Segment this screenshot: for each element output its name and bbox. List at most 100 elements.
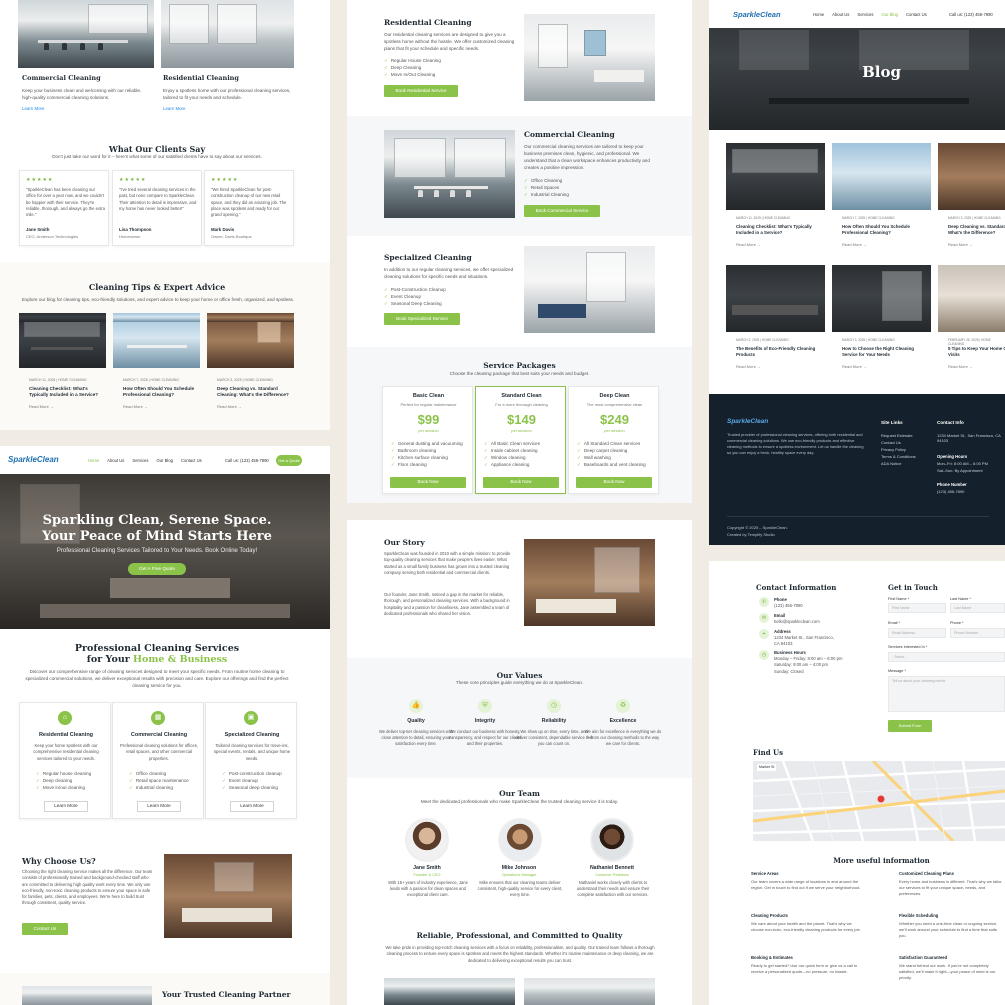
header-phone[interactable]: Call us: (123) 456-7890 (949, 12, 993, 18)
story-title: Our Story (384, 538, 425, 547)
last-name-label: Last Name * (950, 597, 971, 601)
blog-post-image[interactable] (113, 313, 200, 322)
nav-home[interactable]: Home (813, 12, 824, 17)
book-now-button[interactable]: Book Now (483, 477, 559, 488)
team-name: Nathaniel Bennett (589, 865, 635, 871)
blog-post-image[interactable] (832, 265, 931, 332)
book-specialized-button[interactable]: Book Specialized Service (384, 313, 460, 325)
submit-button[interactable]: Submit Form (888, 720, 932, 732)
learn-more-link[interactable]: Learn More (22, 106, 44, 112)
service-card-item: ✓ Move in/out cleaning (36, 785, 85, 790)
blog-post-image[interactable] (726, 265, 825, 332)
services-label: Services Interested In * (888, 645, 928, 649)
header-phone[interactable]: Call us: (123) 456-7890 (225, 458, 269, 464)
hero-quote-button[interactable]: Get A Free Quote (128, 563, 186, 575)
map[interactable]: Market St (753, 761, 1005, 841)
nav-services[interactable]: Services (857, 12, 873, 17)
read-more-link[interactable]: Read More → (217, 404, 242, 409)
contact-us-button[interactable]: Contact Us (22, 923, 68, 935)
building-icon: ▦ (151, 711, 165, 725)
contact-value[interactable]: (123) 456-7890 (774, 603, 803, 609)
blog-post-image[interactable] (938, 265, 1005, 332)
read-more-link[interactable]: Read More → (842, 242, 867, 247)
footer-logo[interactable]: SparkleClean (727, 418, 768, 427)
footer-link[interactable]: Privacy Policy (881, 447, 906, 452)
service-item: ✓ Move In/Out Cleaning (384, 72, 436, 77)
read-more-link[interactable]: Read More → (123, 404, 148, 409)
post-title[interactable]: How to Choose the Right Cleaning Service… (842, 346, 930, 358)
footer-divider (727, 516, 989, 517)
book-now-button[interactable]: Book Now (390, 477, 466, 488)
story-image (524, 539, 655, 626)
contact-value[interactable]: hello@sparkleclean.com (774, 619, 820, 625)
read-more-link[interactable]: Read More → (948, 364, 973, 369)
package-item: ✓ Wall washing (577, 455, 611, 460)
post-title[interactable]: Cleaning Checklist: What's Typically Inc… (736, 224, 824, 236)
service-card-text: Professional cleaning solutions for offi… (120, 743, 198, 761)
service-item: ✓ Industrial Cleaning (524, 192, 569, 197)
leaf-icon: ♻ (616, 699, 630, 713)
footer-phone[interactable]: (123) 456-7890 (937, 489, 964, 494)
contact-value: Monday – Friday: 8:00 am – 6:00 pm Satur… (774, 656, 843, 674)
learn-more-button[interactable]: Learn More (137, 801, 181, 812)
learn-more-button[interactable]: Learn More (230, 801, 274, 812)
info-text: We care about your health and the planet… (751, 921, 861, 932)
service-card-text: Keep your home spotless with our compreh… (33, 743, 99, 761)
phone-field[interactable]: Phone Number (950, 628, 1005, 638)
post-title[interactable]: How Often Should You Schedule Profession… (842, 224, 930, 236)
footer-hours-title: Opening Hours (937, 454, 968, 459)
service-card: ▣ Specialized Cleaning Tailored cleaning… (205, 702, 297, 819)
get-quote-button[interactable]: Get a Quote (276, 455, 302, 466)
book-commercial-button[interactable]: Book Commercial Service (524, 205, 600, 217)
blog-post-image[interactable] (207, 313, 294, 322)
email-field[interactable]: Email Address (888, 628, 946, 638)
contact-title: Contact Information (756, 583, 837, 592)
read-more-link[interactable]: Read More → (736, 364, 761, 369)
blog-post-image[interactable] (938, 143, 1005, 210)
post-title[interactable]: 5 Tips to Keep Your Home Clean Between V… (948, 346, 1005, 358)
nav-blog[interactable]: Our Blog (156, 458, 173, 463)
book-now-button[interactable]: Book Now (576, 477, 652, 488)
first-name-field[interactable]: First Name (888, 603, 946, 613)
blog-post-image[interactable] (207, 322, 294, 368)
book-residential-button[interactable]: Book Residential Service (384, 85, 458, 97)
read-more-link[interactable]: Read More → (842, 364, 867, 369)
brand-logo[interactable]: SparkleClean (8, 455, 59, 466)
post-title[interactable]: Deep Cleaning vs. Standard Cleaning: Wha… (948, 224, 1005, 236)
nav-home[interactable]: Home (88, 458, 99, 463)
post-title[interactable]: How Often Should You Schedule Profession… (123, 386, 195, 398)
last-name-field[interactable]: Last Name (950, 603, 1005, 613)
learn-more-button[interactable]: Learn More (44, 801, 88, 812)
nav-blog[interactable]: Our Blog (881, 12, 898, 17)
info-title: Cleaning Products (751, 913, 788, 918)
footer-link[interactable]: Terms & Conditions (881, 454, 916, 459)
brand-logo[interactable]: SparkleClean (733, 10, 781, 20)
read-more-link[interactable]: Read More → (29, 404, 54, 409)
nav-about[interactable]: About Us (107, 458, 124, 463)
nav-about[interactable]: About Us (832, 12, 849, 17)
footer-link[interactable]: ADA Notice (881, 461, 901, 466)
blog-post-image[interactable] (113, 322, 200, 368)
message-field[interactable]: Tell us about your cleaning needs (888, 676, 1005, 712)
post-title[interactable]: The Benefits of Eco-Friendly Cleaning Pr… (736, 346, 824, 358)
footer-link[interactable]: Request Estimate (881, 433, 913, 438)
nav-contact[interactable]: Contact Us (181, 458, 202, 463)
post-title[interactable]: Cleaning Checklist: What's Typically Inc… (29, 386, 101, 398)
post-title[interactable]: Deep Cleaning vs. Standard Cleaning: Wha… (217, 386, 289, 398)
panel-home-blog: MARCH 11, 2025 | HOME CLEANING Cleaning … (0, 322, 330, 430)
thumbs-up-icon: 👍 (409, 699, 423, 713)
blog-post-image[interactable] (19, 313, 106, 322)
blog-post-image[interactable] (832, 143, 931, 210)
services-select[interactable]: - Select - (888, 652, 1005, 662)
nav-services[interactable]: Services (132, 458, 148, 463)
blog-post-image[interactable] (19, 322, 106, 368)
read-more-link[interactable]: Read More → (948, 242, 973, 247)
nav-contact[interactable]: Contact Us (906, 12, 927, 17)
read-more-link[interactable]: Read More → (736, 242, 761, 247)
gallery-image (384, 978, 515, 1005)
tips-title: Cleaning Tips & Expert Advice (88, 282, 226, 292)
blog-post-image[interactable] (726, 143, 825, 210)
package-item: ✓ Appliance cleaning (484, 462, 530, 467)
learn-more-link[interactable]: Learn More (163, 106, 185, 112)
footer-link[interactable]: Contact Us (881, 440, 901, 445)
